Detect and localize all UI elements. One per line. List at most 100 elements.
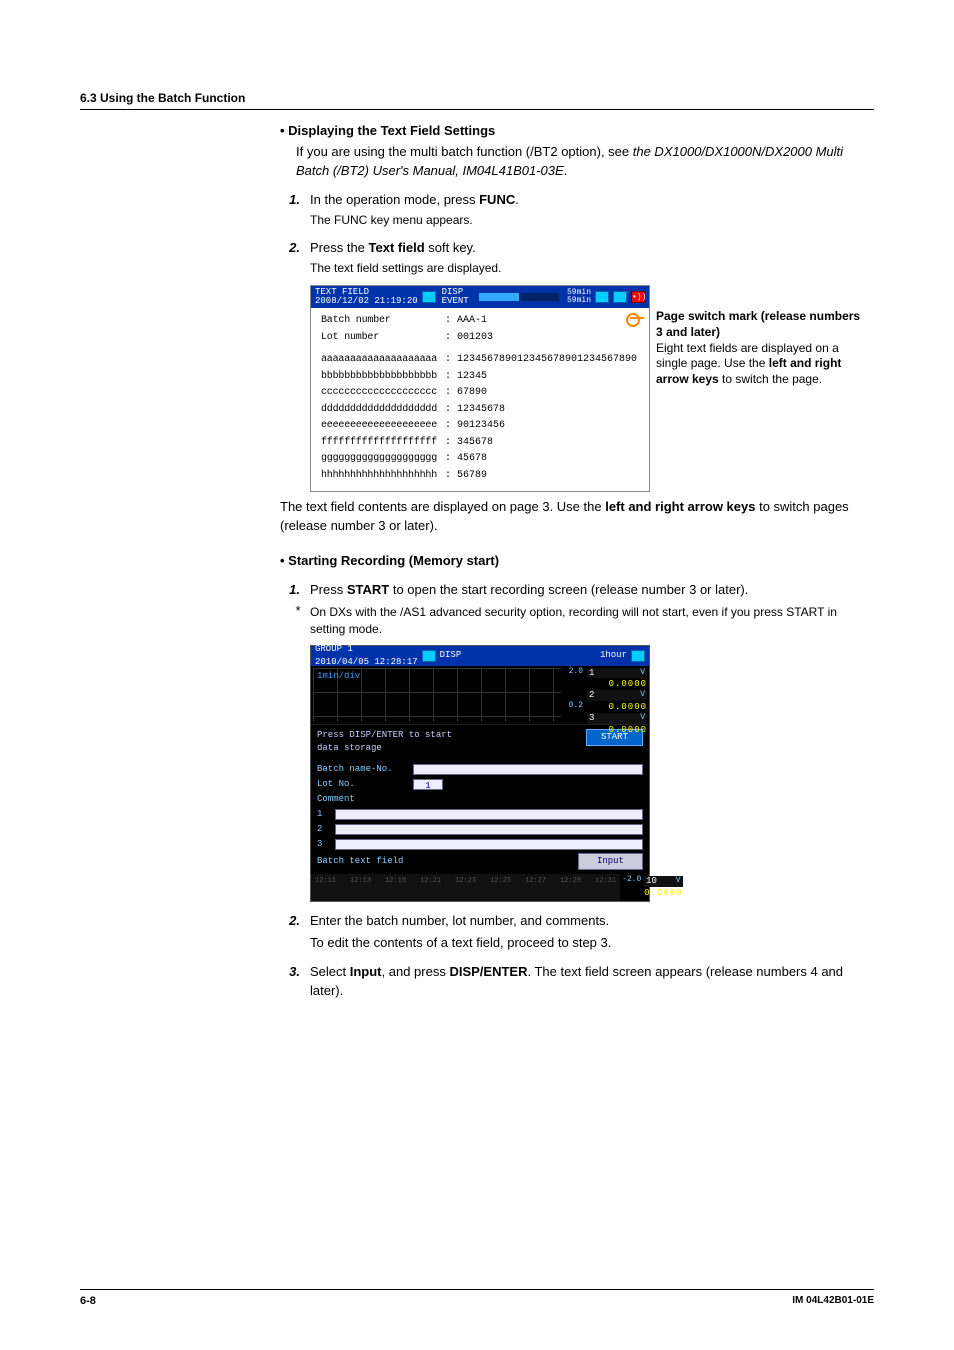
field-value: : 12345 [445,370,487,385]
tick: 12:15 [385,876,406,899]
hour-label: 1hour [600,649,627,662]
batch-name-label: Batch name-No. [317,763,407,776]
tick: 12:21 [420,876,441,899]
div-label: 1min/div [317,671,360,681]
step-text: . [515,192,519,207]
screenshot-text-field: TEXT FIELD 2008/12/02 21:19:20 DISP EVEN… [310,285,650,492]
field-label: bbbbbbbbbbbbbbbbbbbb [321,370,441,385]
step-sub: The text field settings are displayed. [310,260,874,277]
time-axis: 12:1112:1312:1512:2112:2312:2512:2712:29… [311,874,620,901]
lot-no-label: Lot No. [317,778,407,791]
comment-input-2[interactable] [335,824,643,835]
field-value: : 45678 [445,452,487,467]
batch-text-field-label: Batch text field [317,855,403,868]
disp-label: DISP [440,649,462,662]
ch-unit: V [640,668,645,679]
scale-column: 2.0 0.2 [563,666,585,724]
min-remain: 59min [567,297,591,305]
record-icon: •)) [631,291,645,303]
ch-value: 0.0000 [587,725,647,736]
section-header: 6.3 Using the Batch Function [80,90,874,110]
ch-value: 0.0000 [587,679,647,690]
step-sub: The FUNC key menu appears. [310,212,874,229]
display-text-body: If you are using the multi batch functio… [296,143,874,181]
progress-bar [479,293,559,301]
note-text: On DXs with the /AS1 advanced security o… [310,604,874,639]
annot-body: to switch the page. [719,372,822,386]
field-label: ffffffffffffffffffff [321,436,441,451]
field-label: Batch number [321,314,441,329]
field-label: cccccccccccccccccccc [321,386,441,401]
ch-value: 0.0000 [644,888,682,899]
batch-name-input[interactable] [413,764,643,775]
step-text: In the operation mode, press [310,192,479,207]
ch-num: 10 [646,876,657,887]
input-button[interactable]: Input [578,853,643,870]
field-label: hhhhhhhhhhhhhhhhhhhh [321,469,441,484]
ch-value: 0.0000 [587,702,647,713]
key-disp-enter: DISP/ENTER [449,964,527,979]
tick: 12:23 [455,876,476,899]
ch-num: 1 [589,668,594,679]
ch-unit: V [640,690,645,701]
field-label: gggggggggggggggggggg [321,452,441,467]
event-label: EVENT [442,297,469,306]
field-value: : AAA-1 [445,314,487,329]
after-shot-text: The text field contents are displayed on… [280,498,874,536]
comment-idx: 3 [317,838,329,851]
step-text: soft key. [425,240,476,255]
doc-number: IM 04L42B01-01E [792,1294,874,1310]
field-label: aaaaaaaaaaaaaaaaaaaa [321,353,441,368]
tick: 12:25 [490,876,511,899]
text: The text field contents are displayed on… [280,499,605,514]
screen-title: GROUP 1 [315,643,418,656]
field-value: : 12345678 [445,403,505,418]
comment-idx: 1 [317,808,329,821]
ch-unit: V [676,876,681,887]
alarm-icon [422,291,436,303]
tick: 12:29 [560,876,581,899]
page-footer: 6-8 IM 04L42B01-01E [80,1289,874,1310]
lot-no-input[interactable]: 1 [413,779,443,790]
field-label: Lot number [321,331,441,346]
field-label: dddddddddddddddddddd [321,403,441,418]
arrow-keys: left and right arrow keys [605,499,755,514]
step-text: to open the start recording screen (rele… [389,582,748,597]
comment-input-1[interactable] [335,809,643,820]
page-number: 6-8 [80,1294,96,1310]
key-func: FUNC [479,192,515,207]
field-value: : 345678 [445,436,493,451]
annot-title: Page switch mark (release numbers 3 and … [656,309,860,339]
text: . [564,163,568,178]
tick: 12:13 [350,876,371,899]
subhead-display-text-field: Displaying the Text Field Settings [280,122,874,141]
screenshot-group1: GROUP 1 2010/04/05 12:28:17 DISP 1hour 1… [310,645,650,902]
step-number: 2. [280,912,300,954]
softkey-text-field: Text field [369,240,425,255]
step-text: Press [310,582,347,597]
annotation-page-switch: Page switch mark (release numbers 3 and … [656,285,866,492]
ch-num: 2 [589,690,594,701]
field-value: : 56789 [445,469,487,484]
step-number: 3. [280,963,300,1001]
step-text: Enter the batch number, lot number, and … [310,912,874,931]
ch-num: 3 [589,713,594,724]
ch-unit: V [640,713,645,724]
tick: 12:31 [595,876,616,899]
media-icon [631,650,645,662]
scale-val: 2.0 [565,668,583,677]
screen-datetime: 2008/12/02 21:19:20 [315,297,418,306]
field-value: : 123456789012345678901234567890 [445,353,637,368]
step-text: Press the [310,240,369,255]
step-text: Select [310,964,350,979]
subhead-start-recording: Starting Recording (Memory start) [280,552,874,571]
alarm-icon [422,650,436,662]
keylock-icon [613,291,627,303]
text: If you are using the multi batch functio… [296,144,633,159]
comment-input-3[interactable] [335,839,643,850]
tick: 12:11 [315,876,336,899]
trend-grid: 1min/div [313,668,561,722]
field-value: : 67890 [445,386,487,401]
field-value: : 90123456 [445,419,505,434]
field-label: eeeeeeeeeeeeeeeeeeee [321,419,441,434]
